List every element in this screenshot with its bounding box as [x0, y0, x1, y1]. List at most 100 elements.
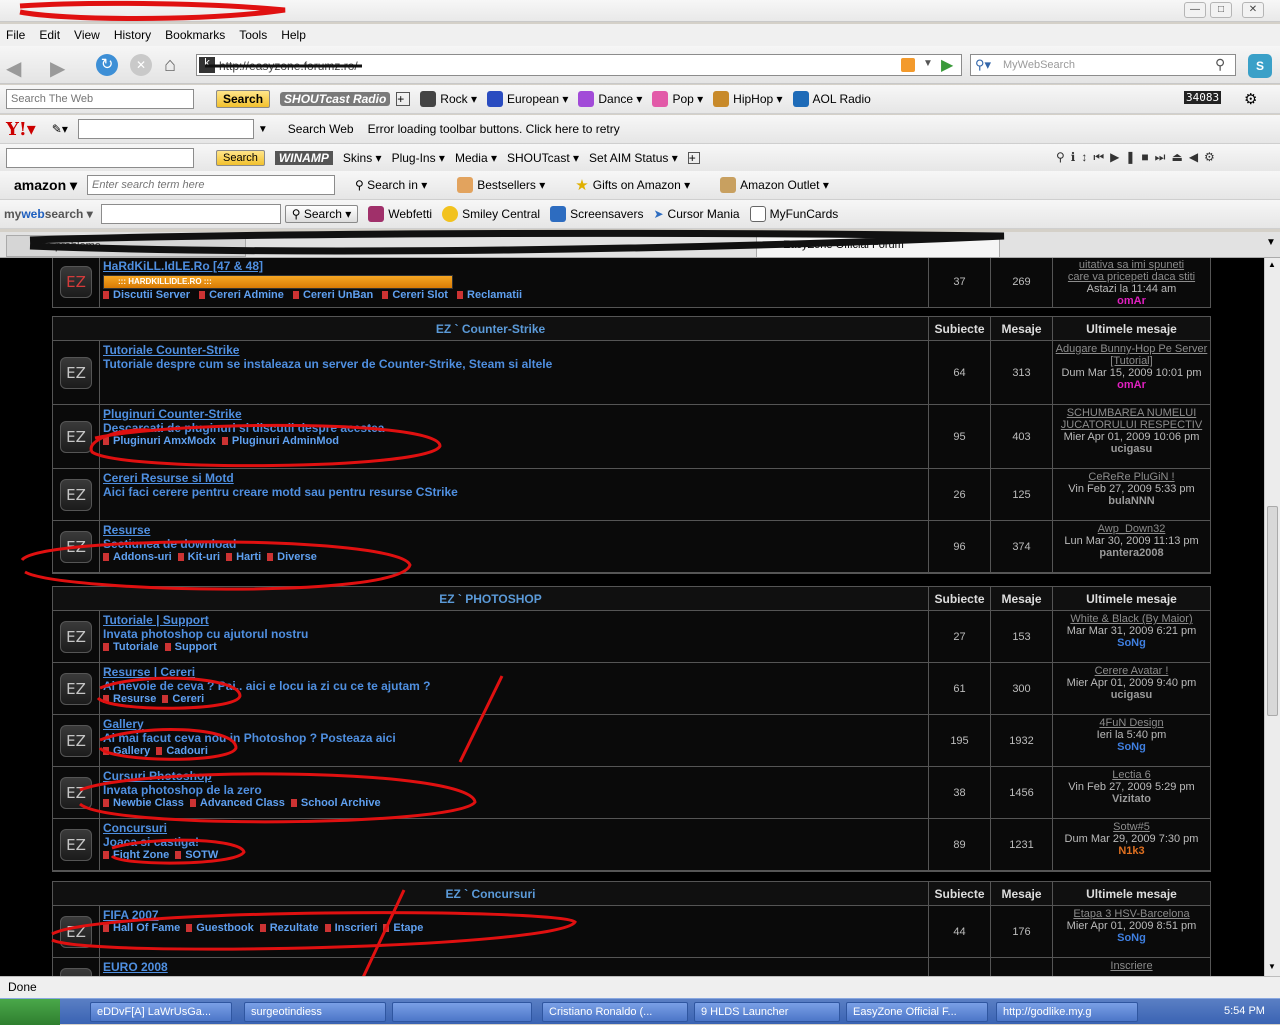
subforum-link[interactable]: Diverse: [267, 551, 317, 563]
subforum-link[interactable]: Support: [165, 641, 217, 653]
last-post-user[interactable]: ucigasu: [1055, 443, 1208, 455]
taskbar-item[interactable]: http://godlike.my.g: [996, 1002, 1138, 1022]
subforum-link[interactable]: Cereri UnBan: [293, 289, 373, 301]
mws-smiley-central[interactable]: Smiley Central: [442, 206, 540, 222]
subforum-link[interactable]: Reclamatii: [457, 289, 522, 301]
winamp-shoutcast[interactable]: SHOUTcast ▾: [507, 151, 579, 165]
scroll-thumb[interactable]: [1267, 506, 1278, 716]
last-post-title[interactable]: Lectia 6: [1055, 769, 1208, 781]
scroll-up-icon[interactable]: ▲: [1268, 260, 1276, 269]
subforum-link[interactable]: Rezultate: [260, 922, 319, 934]
menu-view[interactable]: View: [74, 28, 100, 42]
last-post-user[interactable]: omAr: [1055, 295, 1208, 307]
forum-title[interactable]: EURO 2008: [103, 960, 925, 974]
subforum-link[interactable]: Tutoriale: [103, 641, 159, 653]
winamp-aim-status[interactable]: Set AIM Status ▾: [589, 151, 678, 165]
radio-hiphop[interactable]: HipHop ▾: [713, 91, 783, 107]
amazon-bestsellers[interactable]: Bestsellers ▾: [457, 177, 545, 193]
subforum-link[interactable]: Cereri Admine: [199, 289, 284, 301]
winamp-add-icon[interactable]: +: [687, 152, 700, 164]
search-engine-icon[interactable]: ⚲▾: [975, 57, 991, 73]
radio-pop[interactable]: Pop ▾: [652, 91, 703, 107]
subforum-link[interactable]: Gallery: [103, 745, 150, 757]
forum-row[interactable]: EZ Concursuri Joaca si castiga! Fight Zone S…: [53, 819, 1210, 871]
menu-file[interactable]: File: [6, 28, 25, 42]
shoutcast-logo[interactable]: SHOUTcast Radio: [280, 92, 391, 106]
subforum-link[interactable]: Resurse: [103, 693, 156, 705]
forum-title[interactable]: HaRdKiLL.IdLE.Ro [47 & 48]: [103, 259, 925, 273]
subforum-link[interactable]: Fight Zone: [103, 849, 169, 861]
last-post-user[interactable]: SoNg: [1055, 637, 1208, 649]
subforum-link[interactable]: Inscrieri: [325, 922, 378, 934]
taskbar-item[interactable]: [392, 1002, 532, 1022]
forum-title[interactable]: Gallery: [103, 717, 925, 731]
subforum-link[interactable]: Advanced Class: [190, 797, 285, 809]
last-post-title[interactable]: Inscriere: [1055, 960, 1208, 972]
taskbar-item[interactable]: Cristiano Ronaldo (...: [542, 1002, 688, 1022]
magnifier-icon[interactable]: ⚲: [1215, 56, 1225, 73]
tab-easyzone[interactable]: EasyZone Official Forum: [756, 234, 1000, 258]
subforum-link[interactable]: School Archive: [291, 797, 381, 809]
radio-dance[interactable]: Dance ▾: [578, 91, 642, 107]
forum-title[interactable]: FIFA 2007: [103, 908, 925, 922]
forum-row[interactable]: EZ Pluginuri Counter-Strike Descarcati de …: [53, 405, 1210, 469]
menu-bookmarks[interactable]: Bookmarks: [165, 28, 225, 42]
amazon-outlet[interactable]: Amazon Outlet ▾: [720, 177, 829, 193]
forum-title[interactable]: Cursuri Photoshop: [103, 769, 925, 783]
yahoo-dropdown-icon[interactable]: ▼: [258, 124, 268, 135]
last-post-user[interactable]: Vizitato: [1055, 793, 1208, 805]
mws-myfuncards[interactable]: MyFunCards: [749, 206, 838, 222]
subforum-link[interactable]: SOTW: [175, 849, 218, 861]
last-post-user[interactable]: bulaNNN: [1055, 495, 1208, 507]
last-post-user[interactable]: omAr: [1055, 379, 1208, 391]
last-post-title[interactable]: uitativa sa imi spuneti: [1055, 259, 1208, 271]
stop-icon[interactable]: ✕: [130, 54, 152, 76]
add-icon[interactable]: +: [396, 92, 411, 106]
scroll-down-icon[interactable]: ▼: [1268, 962, 1276, 971]
forum-row[interactable]: EZ Gallery Ai mai facut ceva nou in Photos…: [53, 715, 1210, 767]
forum-row[interactable]: EZ Cereri Resurse si Motd Aici faci cerere…: [53, 469, 1210, 521]
forum-row[interactable]: EZ Resurse | Cereri Ai nevoie de ceva ? Pa…: [53, 663, 1210, 715]
back-icon[interactable]: ◀: [6, 56, 21, 81]
subforum-link[interactable]: Discutii Server: [103, 289, 190, 301]
forum-title[interactable]: Resurse | Cereri: [103, 665, 925, 679]
menu-history[interactable]: History: [114, 28, 151, 42]
amazon-search-input[interactable]: [87, 175, 336, 195]
last-post-title[interactable]: Cerere Avatar !: [1055, 665, 1208, 677]
winamp-player-controls[interactable]: ⚲ℹ↕⏮▶❚■⏭⏏◀⚙: [1056, 150, 1221, 165]
winamp-search-button[interactable]: Search: [216, 150, 265, 166]
minimize-button[interactable]: —: [1184, 2, 1206, 18]
forward-icon[interactable]: ▶: [50, 56, 65, 81]
subforum-link[interactable]: Cereri Slot: [382, 289, 448, 301]
go-icon[interactable]: ▶: [941, 55, 953, 75]
mws-search-button[interactable]: ⚲ Search ▾: [284, 205, 359, 223]
last-post-title[interactable]: White & Black (By Maior): [1055, 613, 1208, 625]
tab-list-icon[interactable]: ▼: [1266, 237, 1276, 248]
last-post-user[interactable]: SoNg: [1055, 741, 1208, 753]
category-title[interactable]: EZ ` Counter-Strike: [53, 317, 928, 340]
yahoo-search-input[interactable]: [77, 119, 254, 139]
yahoo-logo[interactable]: Y!▾: [6, 119, 36, 140]
mws-webfetti[interactable]: Webfetti: [368, 206, 432, 222]
subforum-link[interactable]: Cadouri: [156, 745, 208, 757]
last-post-user[interactable]: ucigasu: [1055, 689, 1208, 701]
last-post-title[interactable]: SCHUMBAREA NUMELUI JUCATORULUI RESPECTIV: [1055, 407, 1208, 431]
last-post-user[interactable]: SoNg: [1055, 932, 1208, 944]
last-post-title[interactable]: Etapa 3 HSV-Barcelona: [1055, 908, 1208, 920]
taskbar-item[interactable]: 9 HLDS Launcher: [694, 1002, 840, 1022]
yahoo-search-web-button[interactable]: Search Web: [288, 122, 354, 136]
subforum-link[interactable]: Cereri: [162, 693, 204, 705]
search-box[interactable]: ⚲▾ MyWebSearch ⚲: [970, 54, 1236, 76]
menu-edit[interactable]: Edit: [39, 28, 60, 42]
amazon-gifts[interactable]: ★ Gifts on Amazon ▾: [575, 176, 690, 194]
toolbar-error-link[interactable]: Error loading toolbar buttons. Click her…: [368, 122, 620, 136]
winamp-media[interactable]: Media ▾: [455, 151, 497, 165]
forum-title[interactable]: Tutoriale Counter-Strike: [103, 343, 925, 357]
amazon-search-in[interactable]: ⚲ Search in ▾: [355, 178, 427, 192]
forum-row[interactable]: EZ Resurse Sectiunea de download Addons-uri…: [53, 521, 1210, 573]
mywebsearch-logo[interactable]: my web search ▾: [4, 207, 93, 221]
last-post-user[interactable]: N1k3: [1055, 845, 1208, 857]
subforum-link[interactable]: Hall Of Fame: [103, 922, 180, 934]
menu-help[interactable]: Help: [281, 28, 306, 42]
reload-icon[interactable]: ↻: [96, 54, 118, 76]
